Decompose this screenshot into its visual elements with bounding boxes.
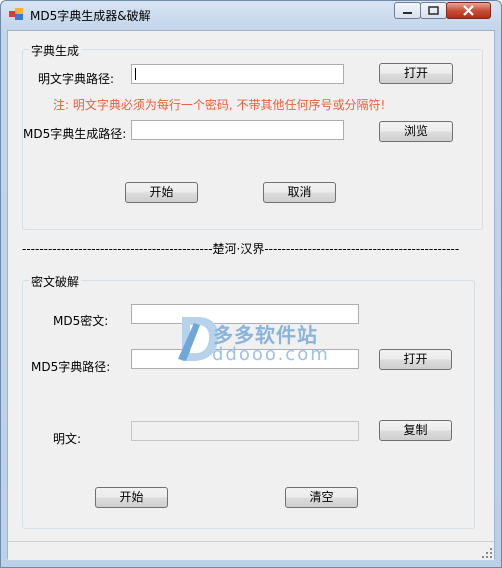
plain-label: 明文:	[53, 432, 82, 446]
app-window: MD5字典生成器&破解 字典生成 明文字典路径: 打开 注: 明文字典必须为每行…	[0, 0, 502, 568]
md5-gen-path-input[interactable]	[131, 120, 344, 140]
md5-cipher-input[interactable]	[131, 304, 359, 324]
plain-path-label: 明文字典路径:	[38, 72, 115, 86]
app-icon	[9, 8, 23, 20]
md5-dict-path-label: MD5字典路径:	[31, 360, 111, 374]
close-button[interactable]	[446, 2, 491, 19]
copy-button[interactable]: 复制	[379, 420, 452, 441]
clear-button[interactable]: 清空	[285, 487, 358, 508]
close-icon	[463, 5, 474, 16]
divider-line: ----------------------------------------…	[22, 242, 460, 256]
plain-output-field	[131, 421, 359, 441]
text-caret	[135, 68, 136, 80]
warning-text: 注: 明文字典必须为每行一个密码, 不带其他任何序号或分隔符!	[53, 98, 386, 112]
crack-start-button[interactable]: 开始	[95, 487, 168, 508]
resize-grip-icon[interactable]	[482, 548, 492, 558]
maximize-button[interactable]	[420, 2, 447, 19]
client-area: 字典生成 明文字典路径: 打开 注: 明文字典必须为每行一个密码, 不带其他任何…	[7, 30, 495, 560]
md5-cipher-label: MD5密文:	[53, 314, 109, 328]
dict-gen-group-label: 字典生成	[29, 42, 82, 59]
md5-dict-path-input[interactable]	[131, 349, 359, 369]
minimize-icon	[403, 12, 412, 14]
crack-open-button[interactable]: 打开	[379, 349, 452, 370]
browse-button[interactable]: 浏览	[379, 121, 453, 142]
gen-start-button[interactable]: 开始	[125, 182, 198, 203]
maximize-icon	[428, 6, 439, 15]
dict-gen-group: 字典生成 明文字典路径: 打开 注: 明文字典必须为每行一个密码, 不带其他任何…	[22, 42, 483, 230]
minimize-button[interactable]	[394, 2, 421, 19]
status-bar	[8, 541, 494, 560]
gen-cancel-button[interactable]: 取消	[263, 182, 336, 203]
crack-group-label: 密文破解	[29, 273, 82, 290]
crack-group: 密文破解 MD5密文: MD5字典路径: 打开 明文: 复制 开始 清空	[22, 273, 475, 529]
dict-open-button[interactable]: 打开	[379, 63, 453, 84]
md5-gen-path-label: MD5字典生成路径:	[23, 127, 127, 141]
window-title: MD5字典生成器&破解	[30, 9, 151, 23]
plain-path-input[interactable]	[131, 64, 344, 84]
title-bar[interactable]: MD5字典生成器&破解	[1, 1, 501, 27]
